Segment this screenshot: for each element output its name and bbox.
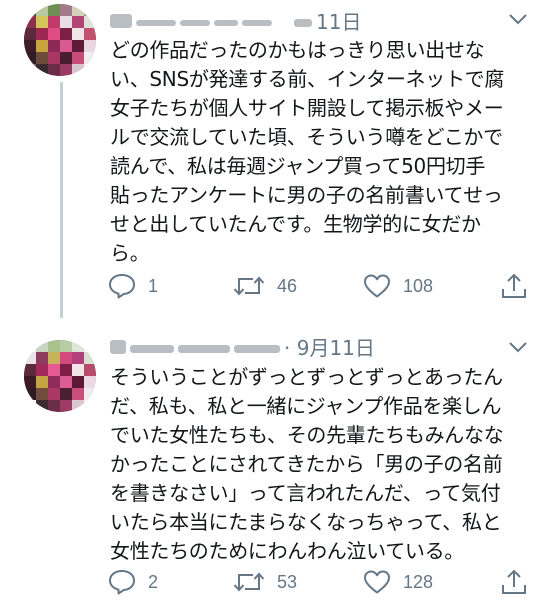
blurred-display-name: [136, 19, 176, 26]
tweet-text-line: ら。: [110, 241, 150, 265]
avatar[interactable]: [24, 340, 96, 412]
blurred-username: [178, 344, 230, 353]
tweet-text-line: せと出していたんです。生物学的に女だか: [110, 212, 481, 236]
avatar[interactable]: [24, 4, 96, 76]
tweet-meta: · 9月11日: [110, 332, 375, 360]
chevron-down-icon[interactable]: [508, 340, 528, 354]
tweet-text-line: 女性たちのためにわんわん泣いている。: [110, 539, 464, 563]
tweet-text-line: 女子たちが個人サイト開設して掲示板やメー: [110, 96, 504, 120]
retweet-count: 46: [277, 275, 298, 296]
reply-count: 1: [148, 275, 159, 296]
like-button[interactable]: 128: [363, 567, 433, 597]
retweet-button[interactable]: 46: [233, 271, 297, 301]
retweet-icon: [233, 276, 265, 296]
reply-button[interactable]: 1: [108, 271, 158, 301]
tweet-text-line: 貼ったアンケートに男の子の名前書いてせっ: [110, 183, 503, 207]
tweet[interactable]: · 9月11日 そういうことがずっとずっとずっとあったん だ、私も、私と一緒にジ…: [0, 318, 550, 612]
tweet-text-line: いたら本当にたまらなくなっちゃって、私と: [110, 510, 502, 534]
tweet-text: どの作品だったのかもはっきり思い出せな い、SNSが発達する前、インターネットで…: [110, 36, 530, 268]
chevron-down-icon[interactable]: [508, 12, 528, 26]
tweet-actions: 1 46 108: [108, 271, 528, 301]
share-button[interactable]: [501, 567, 527, 597]
blurred-username: [234, 344, 280, 353]
blurred-display-name: [130, 344, 174, 353]
tweet-date[interactable]: 11日: [316, 10, 361, 34]
tweet-text-line: ルで交流していた頃、そういう噂をどこかで: [110, 125, 503, 149]
blurred-username: [242, 19, 272, 26]
blurred-username: [294, 18, 312, 27]
share-button[interactable]: [501, 271, 527, 301]
reply-count: 2: [148, 571, 159, 592]
share-icon: [502, 273, 526, 298]
tweet-text-line: い、SNSが発達する前、インターネットで腐: [110, 67, 505, 91]
tweet-text-line: を書きなさい」って言われたんだ、って気付: [110, 481, 501, 505]
reply-button[interactable]: 2: [108, 567, 158, 597]
tweet-actions: 2 53 128: [108, 567, 528, 597]
like-button[interactable]: 108: [363, 271, 433, 301]
share-icon: [502, 569, 526, 594]
retweet-count: 53: [277, 571, 298, 592]
blurred-username: [214, 19, 238, 26]
retweet-icon: [233, 572, 265, 592]
tweet-text-line: でいた女性たちも、その先輩たちもみんなな: [110, 423, 504, 447]
heart-icon: [364, 570, 390, 594]
tweet-meta: 11日: [110, 6, 361, 34]
tweet-text: そういうことがずっとずっとずっとあったん だ、私も、私と一緒にジャンプ作品を楽し…: [110, 363, 530, 566]
tweet-text-line: どの作品だったのかもはっきり思い出せな: [110, 38, 485, 62]
tweet[interactable]: 11日 どの作品だったのかもはっきり思い出せな い、SNSが発達する前、インター…: [0, 0, 550, 318]
blurred-display-name: [110, 339, 126, 354]
like-count: 128: [403, 571, 434, 592]
blurred-username: [180, 19, 210, 26]
tweet-date[interactable]: · 9月11日: [284, 336, 375, 360]
blurred-display-name: [110, 13, 132, 28]
tweet-text-line: かったことにされてきたから「男の子の名前: [110, 452, 503, 476]
retweet-button[interactable]: 53: [233, 567, 297, 597]
thread-line: [60, 82, 63, 318]
like-count: 108: [403, 275, 434, 296]
reply-icon: [109, 274, 135, 299]
reply-icon: [109, 570, 135, 595]
heart-icon: [364, 274, 390, 298]
tweet-text-line: そういうことがずっとずっとずっとあったん: [110, 365, 503, 389]
tweet-text-line: 読んで、私は毎週ジャンプ買って50円切手: [110, 154, 486, 178]
tweet-text-line: だ、私も、私と一緒にジャンプ作品を楽しん: [110, 394, 502, 418]
